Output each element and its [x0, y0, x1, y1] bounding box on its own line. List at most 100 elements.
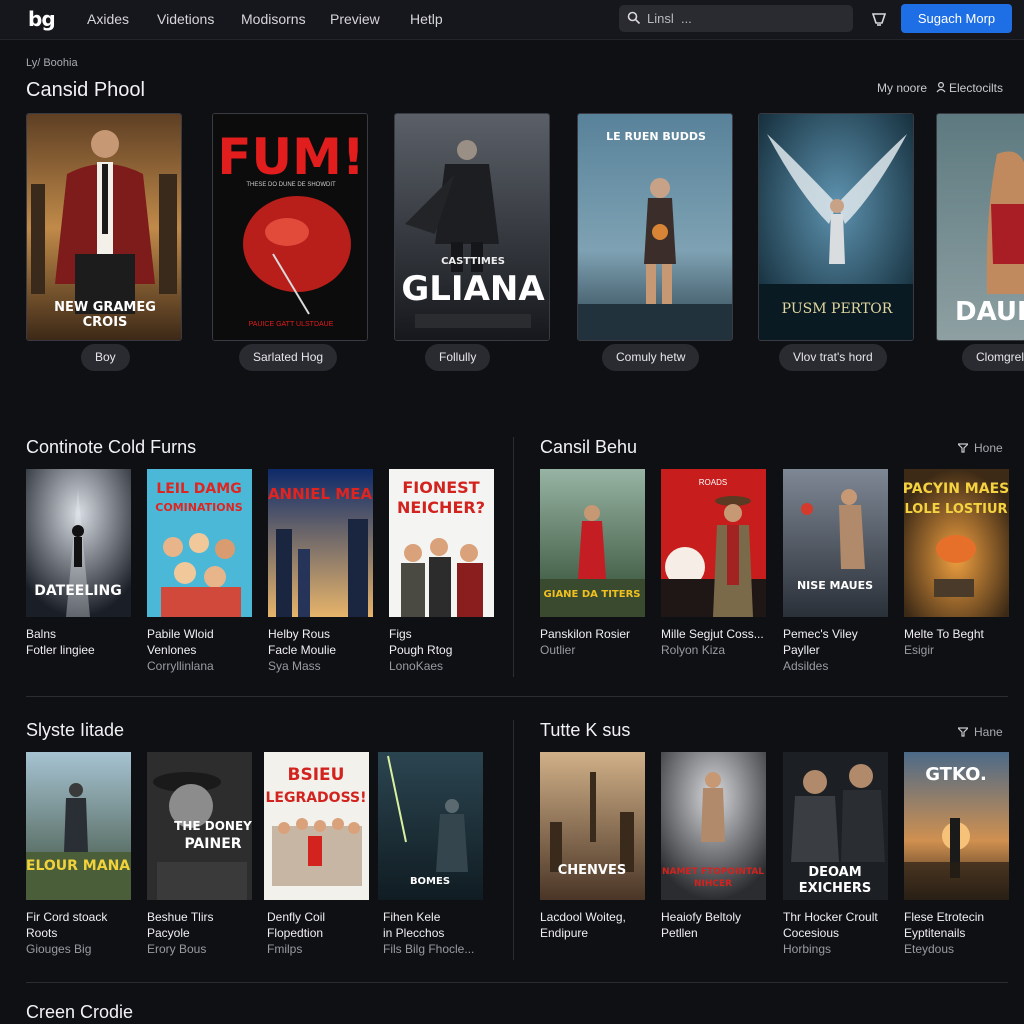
poster-title-2: LEIL DAMG — [156, 481, 241, 497]
movie-poster[interactable]: BOMES — [378, 752, 483, 900]
hero-poster-6-title: DAUDA — [955, 297, 1024, 327]
poster-title-10: THE DONEY — [174, 819, 252, 833]
movie-caption: Beshue Tlirs Pacyole Erory Bous — [147, 910, 214, 956]
person-icon — [936, 81, 946, 93]
poster-title-8b: LOLE LOSTIUR — [904, 502, 1007, 517]
hero-poster-4[interactable]: LE RUEN BUDDS — [577, 113, 733, 341]
nav-item-axides[interactable]: Axides — [87, 11, 129, 27]
filter-icon — [958, 727, 968, 737]
poster-title-15: DEOAM — [808, 865, 861, 880]
movie-poster[interactable]: BSIEU LEGRADOSS! — [264, 752, 369, 900]
movie-poster[interactable]: ROADS — [661, 469, 766, 617]
hero-section-title: Cansid Phool — [26, 79, 145, 101]
movie-caption: Fihen Kele in Plecchos Fils Bilg Fhocle... — [383, 910, 475, 956]
movie-poster[interactable]: DEOAM EXICHERS — [783, 752, 888, 900]
movie-caption: Pabile Wloid Venlones Corryllinlana — [147, 627, 214, 673]
app-logo[interactable]: bg — [28, 7, 56, 31]
movie-caption: Panskilon Rosier Outlier — [540, 627, 631, 657]
section-filter[interactable]: Hone — [958, 441, 1003, 455]
hero-poster-6[interactable]: DAUDA — [936, 113, 1024, 341]
hero-poster-3[interactable]: CASTTIMES GLIANA — [394, 113, 550, 341]
movie-caption: Denfly Coil Flopedtion Fmilps — [267, 910, 326, 956]
section-title-cansil-behu: Cansil Behu — [540, 437, 638, 457]
filter-label: Hone — [974, 441, 1003, 455]
movie-caption: Mille Segjut Coss... Rolyon Kiza — [661, 627, 764, 657]
column-divider — [513, 720, 514, 960]
movie-caption: Balns Fotler lingiee — [26, 627, 95, 657]
poster-title-4: FIONEST — [402, 478, 479, 497]
hero-pill-2[interactable]: Sarlated Hog — [239, 344, 338, 371]
poster-title-5: GIANE DA TITERS — [544, 589, 641, 600]
movie-poster[interactable]: LEIL DAMG COMINATIONS — [147, 469, 252, 617]
movie-poster[interactable]: GTKO. — [904, 752, 1009, 900]
hero-poster-2-credit: PAUICE GATT ULSTDAUE — [249, 321, 334, 328]
hero-poster-2[interactable]: FUM! THESE DO DUNE DE SHOWDIT PAUICE GAT… — [212, 113, 368, 341]
notification-icon[interactable] — [870, 10, 888, 28]
poster-title-9: ELOUR MANA — [26, 858, 130, 874]
search-input[interactable] — [647, 5, 847, 32]
movie-caption: Thr Hocker Croult Cocesious Horbings — [783, 910, 878, 956]
movie-poster[interactable]: ELOUR MANA — [26, 752, 131, 900]
hero-pill-6[interactable]: Clomgrel — [962, 344, 1024, 371]
hero-poster-2-tagline: THESE DO DUNE DE SHOWDIT — [246, 182, 336, 188]
hero-poster-2-title: FUM! — [217, 128, 364, 186]
my-more-link[interactable]: My noore — [877, 81, 927, 95]
nav-item-modisorns[interactable]: Modisorns — [241, 11, 306, 27]
sign-up-button[interactable]: Sugach Morp — [901, 4, 1012, 33]
nav-item-preview[interactable]: Preview — [330, 11, 380, 27]
nav-item-help[interactable]: Hetlp — [410, 11, 443, 27]
hero-poster-1[interactable]: NEW GRAMEG CROIS — [26, 113, 182, 341]
poster-title-10b: PAINER — [184, 836, 241, 852]
movie-caption: Melte To Beght Esigir — [904, 627, 984, 657]
top-navigation-bar: bg Axides Videtions Modisorns Preview He… — [0, 0, 1024, 40]
hero-poster-4-title: LE RUEN BUDDS — [606, 130, 706, 143]
movie-poster[interactable]: ANNIEL MEA — [268, 469, 373, 617]
poster-title-15b: EXICHERS — [799, 881, 871, 896]
movie-poster[interactable]: FIONEST NEICHER? — [389, 469, 494, 617]
poster-title-1: DATEELING — [34, 583, 121, 599]
poster-title-6: ROADS — [699, 478, 727, 487]
hero-poster-3-subtitle: CASTTIMES — [441, 256, 505, 267]
electro-filter[interactable]: Electocilts — [936, 81, 1003, 95]
hero-poster-5[interactable]: PUSM PERTOR — [758, 113, 914, 341]
hero-pill-5[interactable]: Vlov trat's hord — [779, 344, 887, 371]
nav-item-videtions[interactable]: Videtions — [157, 11, 214, 27]
section-title-tutte: Tutte K sus — [540, 720, 631, 740]
poster-title-4b: NEICHER? — [397, 498, 485, 517]
movie-poster[interactable]: NAMET FTOPOINTAL NIHCER — [661, 752, 766, 900]
poster-title-12: BOMES — [410, 876, 450, 887]
movie-caption: Figs Pough Rtog LonoKaes — [389, 627, 453, 673]
movie-caption: Fir Cord stoack Roots Giouges Big — [26, 910, 108, 956]
movie-poster[interactable]: NISE MAUES — [783, 469, 888, 617]
electro-label: Electocilts — [949, 81, 1004, 95]
column-divider — [513, 437, 514, 677]
breadcrumb[interactable]: Ly/ Boohia — [26, 57, 78, 69]
section-filter[interactable]: Hane — [958, 725, 1003, 739]
poster-title-13: CHENVES — [558, 863, 627, 878]
hero-poster-1-title: NEW GRAMEG — [54, 300, 156, 315]
section-title-creen-crodie: Creen Crodie — [26, 1002, 134, 1022]
search-box[interactable] — [619, 5, 853, 32]
section-title-continote: Continote Cold Furns — [26, 437, 197, 457]
movie-caption: Lacdool Woiteg, Endipure — [540, 910, 626, 940]
movie-caption: Helby Rous Facle Moulie Sya Mass — [268, 627, 337, 673]
hero-pill-1[interactable]: Boy — [81, 344, 130, 371]
poster-title-14b: NIHCER — [694, 879, 732, 889]
poster-title-3: ANNIEL MEA — [268, 485, 372, 503]
poster-title-2b: COMINATIONS — [155, 501, 242, 514]
hero-pill-3[interactable]: Follully — [425, 344, 491, 371]
hero-pill-4[interactable]: Comuly hetw — [602, 344, 700, 371]
movie-poster[interactable]: DATEELING — [26, 469, 131, 617]
poster-title-14: NAMET FTOPOINTAL — [662, 867, 764, 877]
poster-title-11b: LEGRADOSS! — [265, 790, 366, 806]
movie-poster[interactable]: PACYIN MAES LOLE LOSTIUR — [904, 469, 1009, 617]
search-icon — [627, 11, 641, 25]
poster-title-16: GTKO. — [925, 764, 987, 785]
movie-caption: Pemec's Viley Payller Adsildes — [783, 627, 858, 673]
movie-poster[interactable]: GIANE DA TITERS — [540, 469, 645, 617]
poster-title-7: NISE MAUES — [797, 579, 873, 592]
section-divider — [26, 982, 1008, 983]
movie-poster[interactable]: CHENVES — [540, 752, 645, 900]
filter-label: Hane — [974, 725, 1003, 739]
movie-poster[interactable]: THE DONEY PAINER — [147, 752, 252, 900]
